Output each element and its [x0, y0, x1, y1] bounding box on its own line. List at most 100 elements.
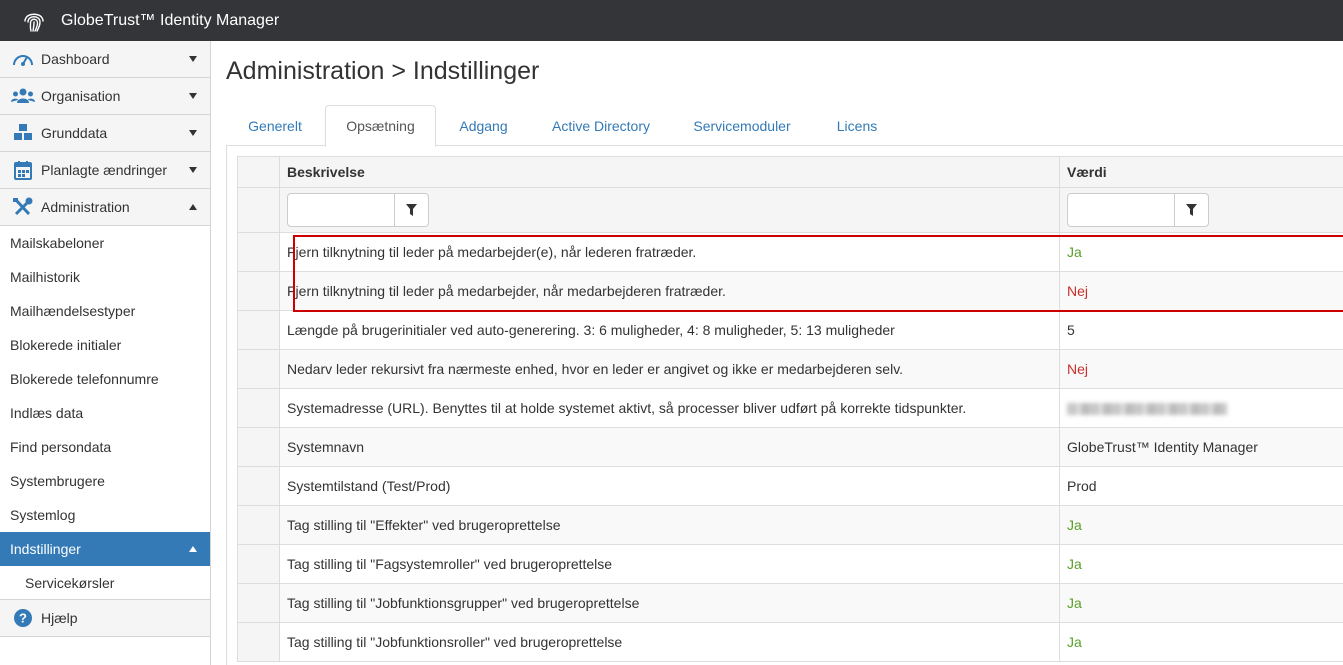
- sidebar-item-label: Organisation: [41, 88, 121, 104]
- setting-value: Nej: [1059, 349, 1343, 389]
- chevron-down-icon: [189, 130, 197, 136]
- sidebar-item-help[interactable]: ? Hjælp: [0, 600, 210, 637]
- row-gutter: [237, 427, 280, 467]
- table-row[interactable]: Længde på brugerinitialer ved auto-gener…: [237, 310, 1343, 350]
- sidebar-item-indstillinger[interactable]: Indstillinger: [0, 532, 210, 566]
- setting-description: Systemnavn: [279, 427, 1060, 467]
- column-header-description[interactable]: Beskrivelse: [279, 156, 1060, 188]
- sidebar-item-organisation[interactable]: Organisation: [0, 78, 210, 115]
- sidebar-item-label: Hjælp: [41, 610, 78, 626]
- svg-text:?: ?: [19, 611, 27, 626]
- setting-description: Tag stilling til "Jobfunktionsroller" ve…: [279, 622, 1060, 662]
- app-title: GlobeTrust™ Identity Manager: [61, 11, 280, 29]
- row-gutter: [237, 505, 280, 545]
- chevron-down-icon: [189, 56, 197, 62]
- filter-icon: [1186, 204, 1197, 216]
- row-gutter: [237, 349, 280, 389]
- chevron-down-icon: [189, 93, 197, 99]
- filter-icon: [406, 204, 417, 216]
- users-icon: [11, 86, 35, 106]
- sidebar-sub-item[interactable]: Mailhændelsestyper: [0, 294, 210, 328]
- setting-description: Tag stilling til "Fagsystemroller" ved b…: [279, 544, 1060, 584]
- description-filter-input[interactable]: [287, 193, 395, 227]
- table-row[interactable]: Fjern tilknytning til leder på medarbejd…: [237, 271, 1343, 311]
- column-header-value[interactable]: Værdi: [1059, 156, 1343, 188]
- setting-value: Ja: [1059, 583, 1343, 623]
- top-bar: GlobeTrust™ Identity Manager: [0, 0, 1343, 41]
- table-row[interactable]: Systemnavn GlobeTrust™ Identity Manager: [237, 427, 1343, 467]
- filter-cell-description: [279, 187, 1060, 233]
- filter-row-blank: [237, 187, 280, 233]
- table-header-blank: [237, 156, 280, 188]
- chevron-up-icon: [189, 204, 197, 210]
- tab-active-directory[interactable]: Active Directory: [531, 105, 671, 146]
- table-row[interactable]: Tag stilling til "Fagsystemroller" ved b…: [237, 544, 1343, 584]
- page-title: Administration > Indstillinger: [226, 57, 540, 85]
- row-gutter: [237, 310, 280, 350]
- table-row[interactable]: Fjern tilknytning til leder på medarbejd…: [237, 232, 1343, 272]
- setting-description: Systemtilstand (Test/Prod): [279, 466, 1060, 506]
- sidebar-sub-item[interactable]: Systembrugere: [0, 464, 210, 498]
- table-row[interactable]: Tag stilling til "Jobfunktionsroller" ve…: [237, 622, 1343, 662]
- row-gutter: [237, 271, 280, 311]
- description-filter-button[interactable]: [395, 193, 429, 227]
- table-row[interactable]: Tag stilling til "Effekter" ved brugerop…: [237, 505, 1343, 545]
- setting-description: Fjern tilknytning til leder på medarbejd…: [279, 271, 1060, 311]
- tab-adgang[interactable]: Adgang: [437, 105, 530, 146]
- table-row[interactable]: Tag stilling til "Jobfunktionsgrupper" v…: [237, 583, 1343, 623]
- setting-value: Ja: [1059, 544, 1343, 584]
- setting-value: Prod: [1059, 466, 1343, 506]
- sidebar-sub-item[interactable]: Blokerede telefonnumre: [0, 362, 210, 396]
- main-content: Administration > Indstillinger Generelt …: [211, 41, 1343, 665]
- sidebar-item-administration[interactable]: Administration: [0, 189, 210, 226]
- setting-value: Nej: [1059, 271, 1343, 311]
- value-filter-input[interactable]: [1067, 193, 1175, 227]
- setting-value: Ja: [1059, 622, 1343, 662]
- tab-licens[interactable]: Licens: [813, 105, 901, 146]
- sidebar-item-label: Administration: [41, 199, 130, 215]
- tab-servicemoduler[interactable]: Servicemoduler: [672, 105, 812, 146]
- row-gutter: [237, 388, 280, 428]
- settings-panel: Beskrivelse Værdi Fjern tilknytning til …: [226, 146, 1343, 665]
- setting-value: GlobeTrust™ Identity Manager: [1059, 427, 1343, 467]
- row-gutter: [237, 622, 280, 662]
- setting-description: Systemadresse (URL). Benyttes til at hol…: [279, 388, 1060, 428]
- tab-bar: Generelt Opsætning Adgang Active Directo…: [226, 105, 1343, 147]
- sidebar-item-label: Indstillinger: [10, 541, 81, 557]
- sidebar-item-label: Dashboard: [41, 51, 110, 67]
- setting-description: Længde på brugerinitialer ved auto-gener…: [279, 310, 1060, 350]
- sidebar-sub-item[interactable]: Indlæs data: [0, 396, 210, 430]
- filter-cell-value: [1059, 187, 1343, 233]
- table-row[interactable]: Systemadresse (URL). Benyttes til at hol…: [237, 388, 1343, 428]
- sidebar-sub-item[interactable]: Mailskabeloner: [0, 226, 210, 260]
- setting-value: Ja: [1059, 505, 1343, 545]
- tab-generelt[interactable]: Generelt: [226, 105, 324, 146]
- row-gutter: [237, 583, 280, 623]
- setting-value: 5: [1059, 310, 1343, 350]
- sidebar: Dashboard Organisation Grunddata Planlag…: [0, 41, 211, 665]
- sidebar-item-label: Planlagte ændringer: [41, 162, 168, 178]
- tab-opsaetning[interactable]: Opsætning: [325, 105, 436, 147]
- sidebar-sub-item[interactable]: Find persondata: [0, 430, 210, 464]
- setting-value: Ja: [1059, 232, 1343, 272]
- sidebar-sub-item[interactable]: Mailhistorik: [0, 260, 210, 294]
- sidebar-item-servicekoersler[interactable]: Servicekørsler: [0, 566, 210, 600]
- row-gutter: [237, 232, 280, 272]
- sidebar-sub-item[interactable]: Systemlog: [0, 498, 210, 532]
- chevron-down-icon: [189, 167, 197, 173]
- value-filter-button[interactable]: [1175, 193, 1209, 227]
- wrench-icon: [11, 197, 35, 217]
- setting-value: [1059, 388, 1343, 428]
- row-gutter: [237, 466, 280, 506]
- setting-description: Tag stilling til "Jobfunktionsgrupper" v…: [279, 583, 1060, 623]
- calendar-icon: [11, 160, 35, 180]
- sidebar-item-planlagte-aendringer[interactable]: Planlagte ændringer: [0, 152, 210, 189]
- redacted-url: [1067, 403, 1227, 416]
- table-row[interactable]: Nedarv leder rekursivt fra nærmeste enhe…: [237, 349, 1343, 389]
- table-row[interactable]: Systemtilstand (Test/Prod) Prod: [237, 466, 1343, 506]
- cubes-icon: [11, 123, 35, 143]
- sidebar-item-dashboard[interactable]: Dashboard: [0, 41, 210, 78]
- sidebar-sub-item[interactable]: Blokerede initialer: [0, 328, 210, 362]
- sidebar-item-grunddata[interactable]: Grunddata: [0, 115, 210, 152]
- question-circle-icon: ?: [11, 608, 35, 628]
